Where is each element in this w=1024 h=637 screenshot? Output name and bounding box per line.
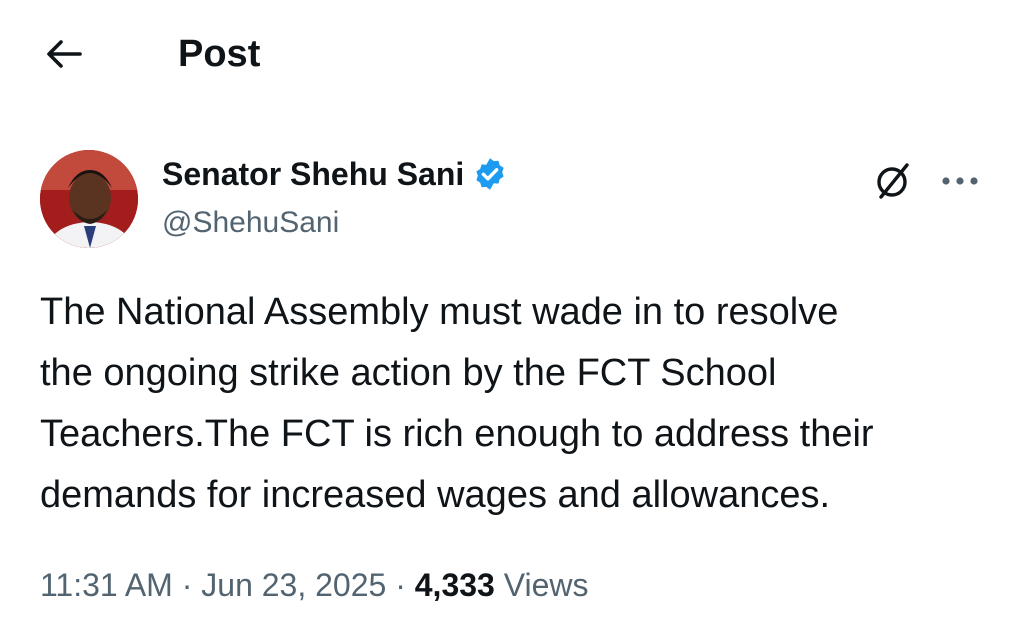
more-button[interactable] [936, 158, 984, 204]
views-label: Views [494, 567, 589, 603]
verified-badge-icon [472, 156, 508, 192]
more-horizontal-icon [942, 177, 978, 185]
grok-button[interactable] [870, 158, 916, 204]
author-row: Senator Shehu Sani @ShehuSani [40, 150, 984, 250]
top-bar: Post [0, 0, 1024, 110]
post-time[interactable]: 11:31 AM [40, 567, 173, 603]
separator: · [386, 567, 415, 603]
back-button[interactable] [40, 30, 88, 78]
author-handle[interactable]: @ShehuSani [162, 202, 339, 244]
grok-icon [877, 163, 909, 199]
avatar-image [40, 150, 138, 248]
page-title: Post [178, 33, 261, 75]
avatar[interactable] [40, 150, 138, 248]
post-date[interactable]: Jun 23, 2025 [201, 567, 386, 603]
views-count[interactable]: 4,333 [415, 567, 495, 603]
separator: · [172, 567, 202, 603]
post-text: The National Assembly must wade in to re… [40, 291, 874, 516]
arrow-left-icon [47, 40, 82, 68]
post-meta: 11:31 AM · Jun 23, 2025 · 4,333 Views [40, 562, 589, 608]
author-name[interactable]: Senator Shehu Sani [162, 152, 464, 196]
